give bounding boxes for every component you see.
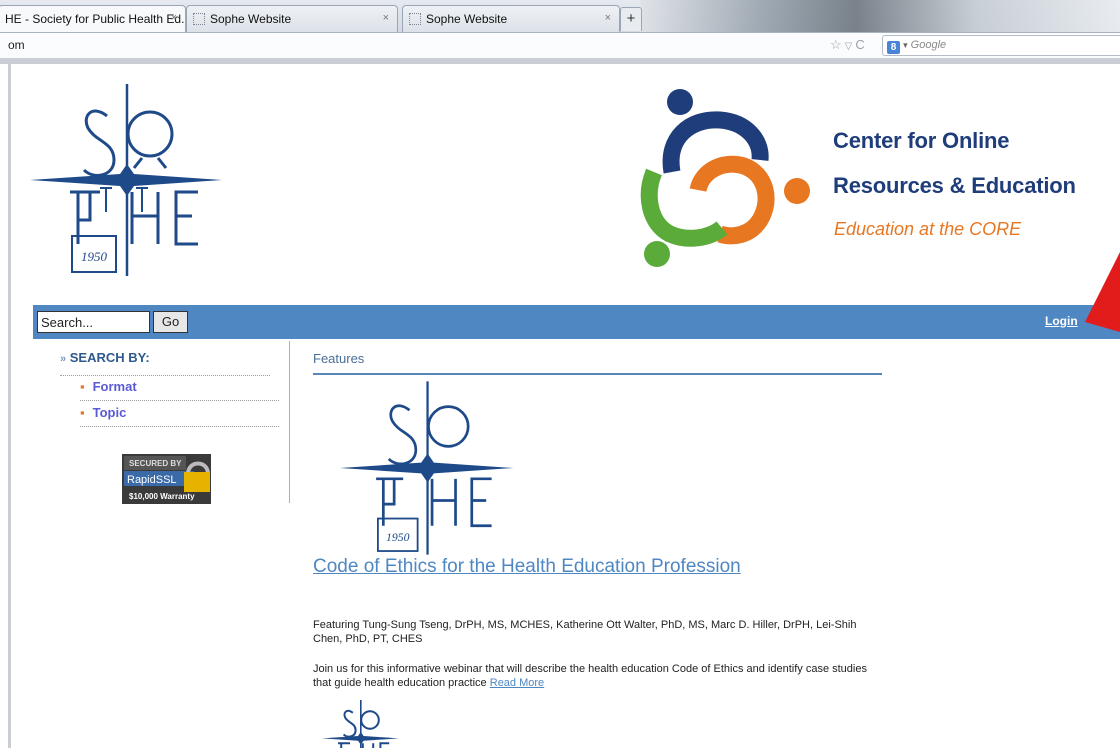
url-field[interactable]: om <box>8 38 25 52</box>
annotation-arrow-icon <box>1085 252 1120 332</box>
browser-tab[interactable]: Sophe Website × <box>402 5 620 32</box>
browser-tab[interactable]: Sophe Website × <box>186 5 398 32</box>
search-input[interactable] <box>37 311 150 333</box>
rapidssl-badge[interactable]: SECURED BY RapidSSL $10,000 Warranty <box>122 454 211 504</box>
address-bar: om ☆ ▽ C 8 ▾ Google <box>0 33 1120 59</box>
browser-search-field[interactable]: 8 ▾ Google <box>882 35 1120 56</box>
bullet-icon: ▪ <box>80 405 85 420</box>
sophe-logo[interactable]: 1950 <box>30 84 225 276</box>
ssl-line2: RapidSSL <box>127 474 177 486</box>
tab-title: Sophe Website <box>210 12 292 26</box>
read-more-link[interactable]: Read More <box>490 677 544 689</box>
login-link[interactable]: Login <box>1045 314 1078 328</box>
tagline-core: CORE <box>969 219 1022 239</box>
nav-bar <box>33 305 1120 339</box>
search-placeholder: Google <box>910 39 947 51</box>
article-title-link[interactable]: Code of Ethics for the Health Education … <box>313 556 741 578</box>
search-by-label: SEARCH BY: <box>69 350 150 365</box>
features-heading: Features <box>313 351 365 366</box>
page-border-left <box>8 59 11 748</box>
dropdown-icon[interactable]: ▽ <box>845 41 853 52</box>
features-underline <box>313 373 882 375</box>
ssl-line1: SECURED BY <box>129 459 182 468</box>
browser-tab-strip: HE - Society for Public Health Ed... × S… <box>0 0 1120 33</box>
address-icons: ☆ ▽ C <box>830 37 868 53</box>
bullet-icon: ▪ <box>80 379 85 394</box>
core-title-line2: Resources & Education <box>833 173 1076 198</box>
logo-year: 1950 <box>386 531 410 544</box>
article-logo-2[interactable] <box>322 700 400 748</box>
tab-title: Sophe Website <box>426 12 508 26</box>
tab-close-icon[interactable]: × <box>383 12 389 24</box>
logo-year: 1950 <box>81 249 108 264</box>
google-icon: 8 <box>887 41 900 54</box>
sidebar-item-label: Format <box>92 379 137 394</box>
ssl-line3: $10,000 Warranty <box>129 492 195 501</box>
page-border-top <box>0 59 1120 64</box>
description-text: Join us for this informative webinar tha… <box>313 663 867 689</box>
article-featuring: Featuring Tung-Sung Tseng, DrPH, MS, MCH… <box>313 619 857 645</box>
core-title-line1: Center for Online <box>833 128 1010 153</box>
tagline-text: Education at the <box>834 219 970 239</box>
reload-icon[interactable]: C <box>855 37 864 52</box>
sidebar-item-topic[interactable]: ▪ Topic <box>80 405 126 420</box>
core-logo-icon <box>640 89 810 267</box>
article-description: Join us for this informative webinar tha… <box>313 662 888 690</box>
page-favicon-icon <box>193 13 205 25</box>
new-tab-button[interactable]: + <box>620 7 642 31</box>
divider <box>60 375 270 376</box>
divider <box>80 426 279 427</box>
column-divider <box>289 341 290 503</box>
article-logo[interactable]: 1950 <box>340 381 516 555</box>
window-background <box>640 0 1120 32</box>
go-button[interactable]: Go <box>153 311 188 333</box>
tab-close-icon[interactable]: × <box>171 12 177 24</box>
tab-title: HE - Society for Public Health Ed... <box>5 12 186 26</box>
tab-close-icon[interactable]: × <box>605 12 611 24</box>
double-chevron-icon: » <box>60 353 67 365</box>
core-tagline: Education at the CORE <box>834 219 1021 240</box>
sidebar-item-format[interactable]: ▪ Format <box>80 379 137 394</box>
page-favicon-icon <box>409 13 421 25</box>
browser-tab-active[interactable]: HE - Society for Public Health Ed... × <box>0 5 186 32</box>
star-icon[interactable]: ☆ <box>830 37 842 52</box>
search-by-heading: » SEARCH BY: <box>60 350 150 365</box>
divider <box>80 400 279 401</box>
sidebar-item-label: Topic <box>92 405 127 420</box>
